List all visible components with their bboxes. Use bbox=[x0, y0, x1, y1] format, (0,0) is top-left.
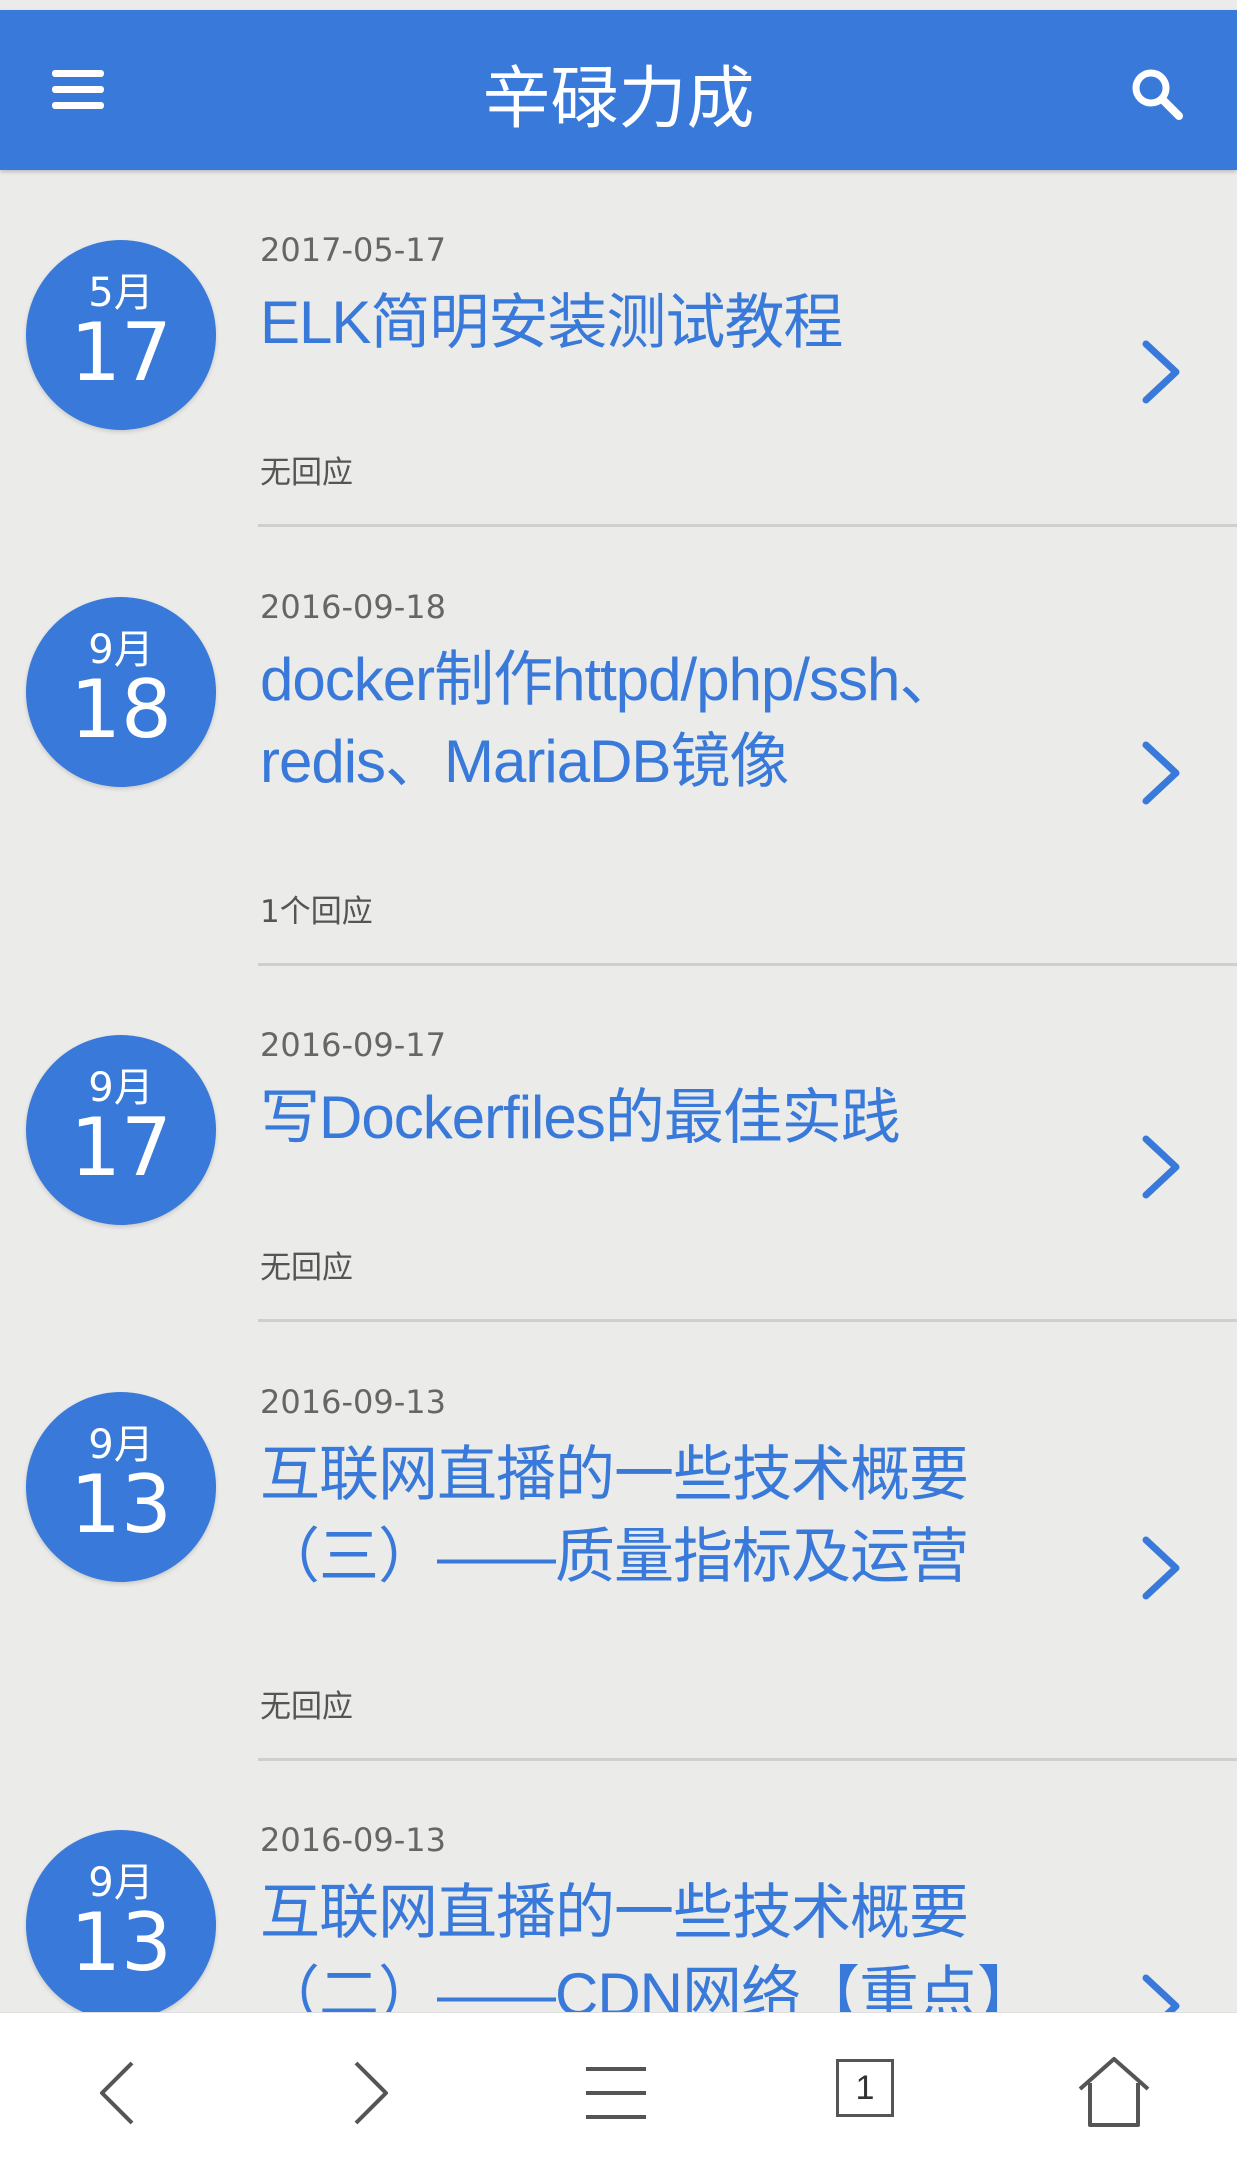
post-date: 2016-09-13 bbox=[260, 1383, 446, 1421]
post-replies[interactable]: 无回应 bbox=[260, 1248, 353, 1288]
date-day: 13 bbox=[70, 1896, 172, 1989]
post-item[interactable]: 9月 13 2016-09-13 互联网直播的一些技术概要（三）——质量指标及运… bbox=[0, 1322, 1237, 1762]
chevron-right-icon[interactable] bbox=[1130, 733, 1190, 813]
post-item[interactable]: 9月 18 2016-09-18 docker制作httpd/php/ssh、r… bbox=[0, 527, 1237, 967]
site-title[interactable]: 辛碌力成 bbox=[0, 58, 1237, 142]
date-day: 17 bbox=[70, 1101, 172, 1194]
browser-bottom-bar: 1 bbox=[0, 2012, 1237, 2160]
date-badge: 9月 13 bbox=[26, 1830, 216, 2012]
date-badge: 9月 17 bbox=[26, 1035, 216, 1225]
post-date: 2016-09-18 bbox=[260, 588, 446, 626]
date-day: 13 bbox=[70, 1458, 172, 1551]
back-arrow-icon[interactable] bbox=[80, 2053, 160, 2133]
post-title[interactable]: 互联网直播的一些技术概要（二）——CDN网络【重点】 bbox=[260, 1872, 1040, 2012]
app-header: 辛碌力成 bbox=[0, 10, 1237, 170]
date-badge: 9月 18 bbox=[26, 597, 216, 787]
post-date: 2016-09-17 bbox=[260, 1026, 446, 1064]
post-title[interactable]: docker制作httpd/php/ssh、redis、MariaDB镜像 bbox=[260, 639, 1040, 803]
post-date: 2017-05-17 bbox=[260, 231, 446, 269]
date-day: 17 bbox=[70, 306, 172, 399]
chevron-right-icon[interactable] bbox=[1130, 1127, 1190, 1207]
post-title[interactable]: ELK简明安装测试教程 bbox=[260, 282, 1040, 364]
date-day: 18 bbox=[70, 663, 172, 756]
chevron-right-icon[interactable] bbox=[1130, 1528, 1190, 1608]
menu-lines-icon[interactable] bbox=[576, 2053, 656, 2133]
post-title[interactable]: 互联网直播的一些技术概要（三）——质量指标及运营 bbox=[260, 1434, 1040, 1598]
post-title[interactable]: 写Dockerfiles的最佳实践 bbox=[260, 1077, 1040, 1159]
home-icon[interactable] bbox=[1074, 2053, 1154, 2133]
tabs-button[interactable]: 1 bbox=[826, 2053, 906, 2133]
chevron-right-icon[interactable] bbox=[1130, 1966, 1190, 2012]
post-date: 2016-09-13 bbox=[260, 1821, 446, 1859]
date-badge: 5月 17 bbox=[26, 240, 216, 430]
post-replies[interactable]: 1个回应 bbox=[260, 892, 373, 932]
post-item[interactable]: 5月 17 2017-05-17 ELK简明安装测试教程 无回应 bbox=[0, 170, 1237, 527]
post-replies[interactable]: 无回应 bbox=[260, 453, 353, 493]
date-badge: 9月 13 bbox=[26, 1392, 216, 1582]
post-item[interactable]: 9月 13 2016-09-13 互联网直播的一些技术概要（二）——CDN网络【… bbox=[0, 1760, 1237, 2012]
search-icon[interactable] bbox=[1129, 66, 1185, 122]
forward-arrow-icon[interactable] bbox=[328, 2053, 408, 2133]
tab-count: 1 bbox=[836, 2059, 894, 2117]
post-item[interactable]: 9月 17 2016-09-17 写Dockerfiles的最佳实践 无回应 bbox=[0, 965, 1237, 1322]
post-replies[interactable]: 无回应 bbox=[260, 1687, 353, 1727]
chevron-right-icon[interactable] bbox=[1130, 332, 1190, 412]
